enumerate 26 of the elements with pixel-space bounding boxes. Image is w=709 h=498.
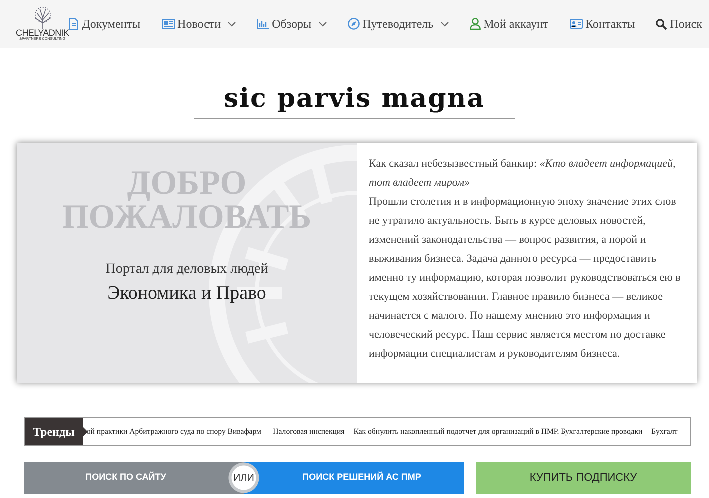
newspaper-icon xyxy=(162,19,175,29)
contact-card-icon xyxy=(570,19,583,29)
nav-link[interactable]: Путеводитель xyxy=(348,13,449,35)
nav-link[interactable]: Контакты xyxy=(570,13,636,35)
user-icon xyxy=(470,18,481,30)
hero-subtitle: Портал для деловых людей xyxy=(106,261,268,279)
nav-link[interactable]: Обзоры xyxy=(257,13,327,35)
bar-chart-icon xyxy=(257,19,270,29)
chevron-icon xyxy=(318,22,327,26)
court-search-button[interactable]: ПОИСК РЕШЕНИЙ АС ПМР xyxy=(260,462,464,494)
subscribe-button[interactable]: КУПИТЬ ПОДПИСКУ xyxy=(476,462,691,494)
document-icon xyxy=(69,18,80,30)
quote-text: Как сказал небезызвестный банкир: «Кто владеет информацией, тот владеет миром» xyxy=(369,157,677,191)
compass-icon xyxy=(348,18,360,30)
or-badge[interactable]: ИЛИ xyxy=(228,462,260,494)
intro-paragraph: Прошли столетия и в информационную эпоху значение этих слов не утратило актуальность. Быть в курсе деловых новостей, изменений законодательства — вопрос развития, а порой и выживания бизнеса. Задача данного ресурса — предоставить именно ту информацию, которая позволит руководствоваться ею в текущем хозяйствовании. Главное правило бизнеса — великое начинается с малого. По нашему мнению это информация и человеческий ресурс. Наш сервис является местом по доставке информации специалистам и руководителям бизнеса. xyxy=(369,195,682,362)
search-icon xyxy=(656,18,668,30)
nav-link[interactable]: Документы xyxy=(69,13,141,35)
nav-link[interactable]: Поиск xyxy=(656,13,702,35)
nav-link[interactable]: Новости xyxy=(162,13,236,35)
chevron-icon xyxy=(228,22,236,26)
trends-label-text: Тренды xyxy=(33,424,75,440)
chevron-icon xyxy=(440,22,449,26)
site-motto: sic parvis magna xyxy=(194,86,516,119)
nav-link[interactable]: Мой аккаунт xyxy=(470,13,549,35)
hero-title: Экономика и Право xyxy=(108,282,266,306)
